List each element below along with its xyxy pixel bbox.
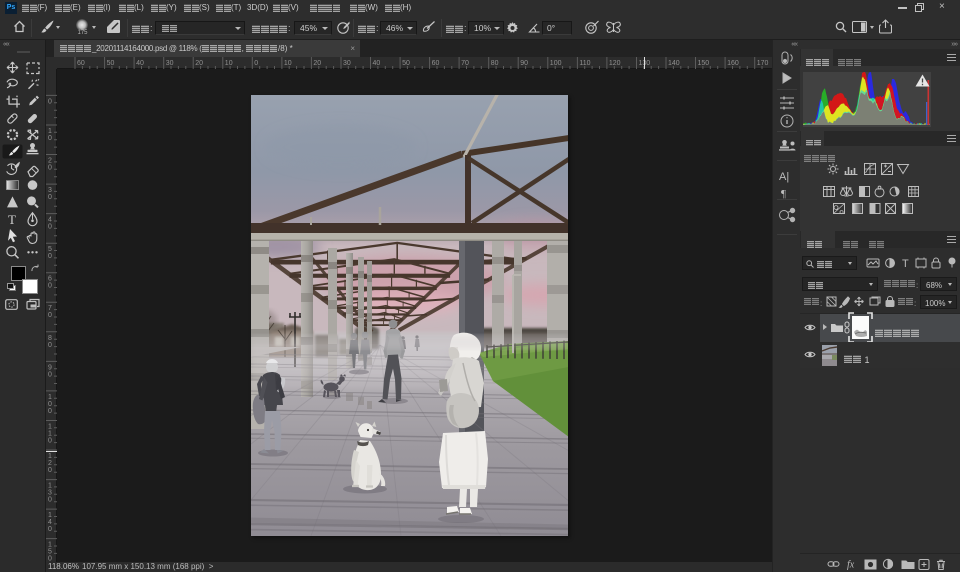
svg-text:1: 1 [48,512,52,519]
svg-text:150: 150 [698,60,710,67]
svg-text:0: 0 [48,135,52,142]
svg-text:0: 0 [48,165,52,172]
svg-text:3: 3 [48,187,52,194]
svg-text:1: 1 [48,424,52,431]
svg-text:0: 0 [48,408,52,415]
svg-text:0: 0 [48,224,52,231]
svg-text:5: 5 [48,549,52,556]
svg-text:100: 100 [550,60,562,67]
svg-text:70: 70 [461,60,469,67]
svg-text:170: 170 [757,60,769,67]
svg-text:2: 2 [48,460,52,467]
svg-text:10: 10 [225,60,233,67]
svg-text:50: 50 [402,60,410,67]
svg-text:80: 80 [491,60,499,67]
svg-text:2: 2 [48,158,52,165]
svg-text:1: 1 [48,128,52,135]
svg-text:110: 110 [579,60,590,67]
svg-text:0: 0 [48,371,52,378]
svg-text:1: 1 [48,483,52,490]
svg-text:60: 60 [432,60,440,67]
svg-text:1: 1 [48,542,52,549]
svg-text:20: 20 [195,60,203,67]
svg-text:7: 7 [48,305,52,312]
svg-text:0: 0 [48,526,52,533]
svg-text:1: 1 [48,394,52,401]
svg-text:1: 1 [48,453,52,460]
svg-text:0: 0 [48,98,52,105]
svg-text:T: T [902,258,909,270]
svg-text:6: 6 [48,276,52,283]
svg-text:10: 10 [284,60,292,67]
svg-text:0: 0 [48,194,52,201]
svg-text:3: 3 [48,490,52,497]
svg-text:30: 30 [343,60,351,67]
svg-text:4: 4 [48,217,52,224]
svg-text:0: 0 [254,60,258,67]
svg-text:0: 0 [48,312,52,319]
svg-text:4: 4 [48,519,52,526]
svg-text:20: 20 [313,60,321,67]
svg-text:40: 40 [136,60,144,67]
svg-text:fx: fx [847,560,855,571]
svg-text:50: 50 [107,60,115,67]
svg-text:0: 0 [48,401,52,408]
svg-text:T: T [8,212,16,227]
svg-text:0: 0 [48,253,52,260]
svg-text:90: 90 [520,60,528,67]
svg-text:A|: A| [779,171,789,183]
svg-text:1: 1 [48,431,52,438]
svg-text:5: 5 [48,246,52,253]
svg-text:40: 40 [373,60,381,67]
svg-text:140: 140 [668,60,680,67]
svg-text:9: 9 [48,364,52,371]
svg-text:60: 60 [77,60,85,67]
svg-text:8: 8 [48,335,52,342]
svg-text:120: 120 [609,60,621,67]
svg-text:30: 30 [166,60,174,67]
svg-text:0: 0 [48,497,52,504]
svg-text:0: 0 [48,438,52,445]
svg-text:0: 0 [48,342,52,349]
svg-text:0: 0 [48,283,52,290]
svg-text:0: 0 [48,467,52,474]
svg-text:160: 160 [727,60,739,67]
